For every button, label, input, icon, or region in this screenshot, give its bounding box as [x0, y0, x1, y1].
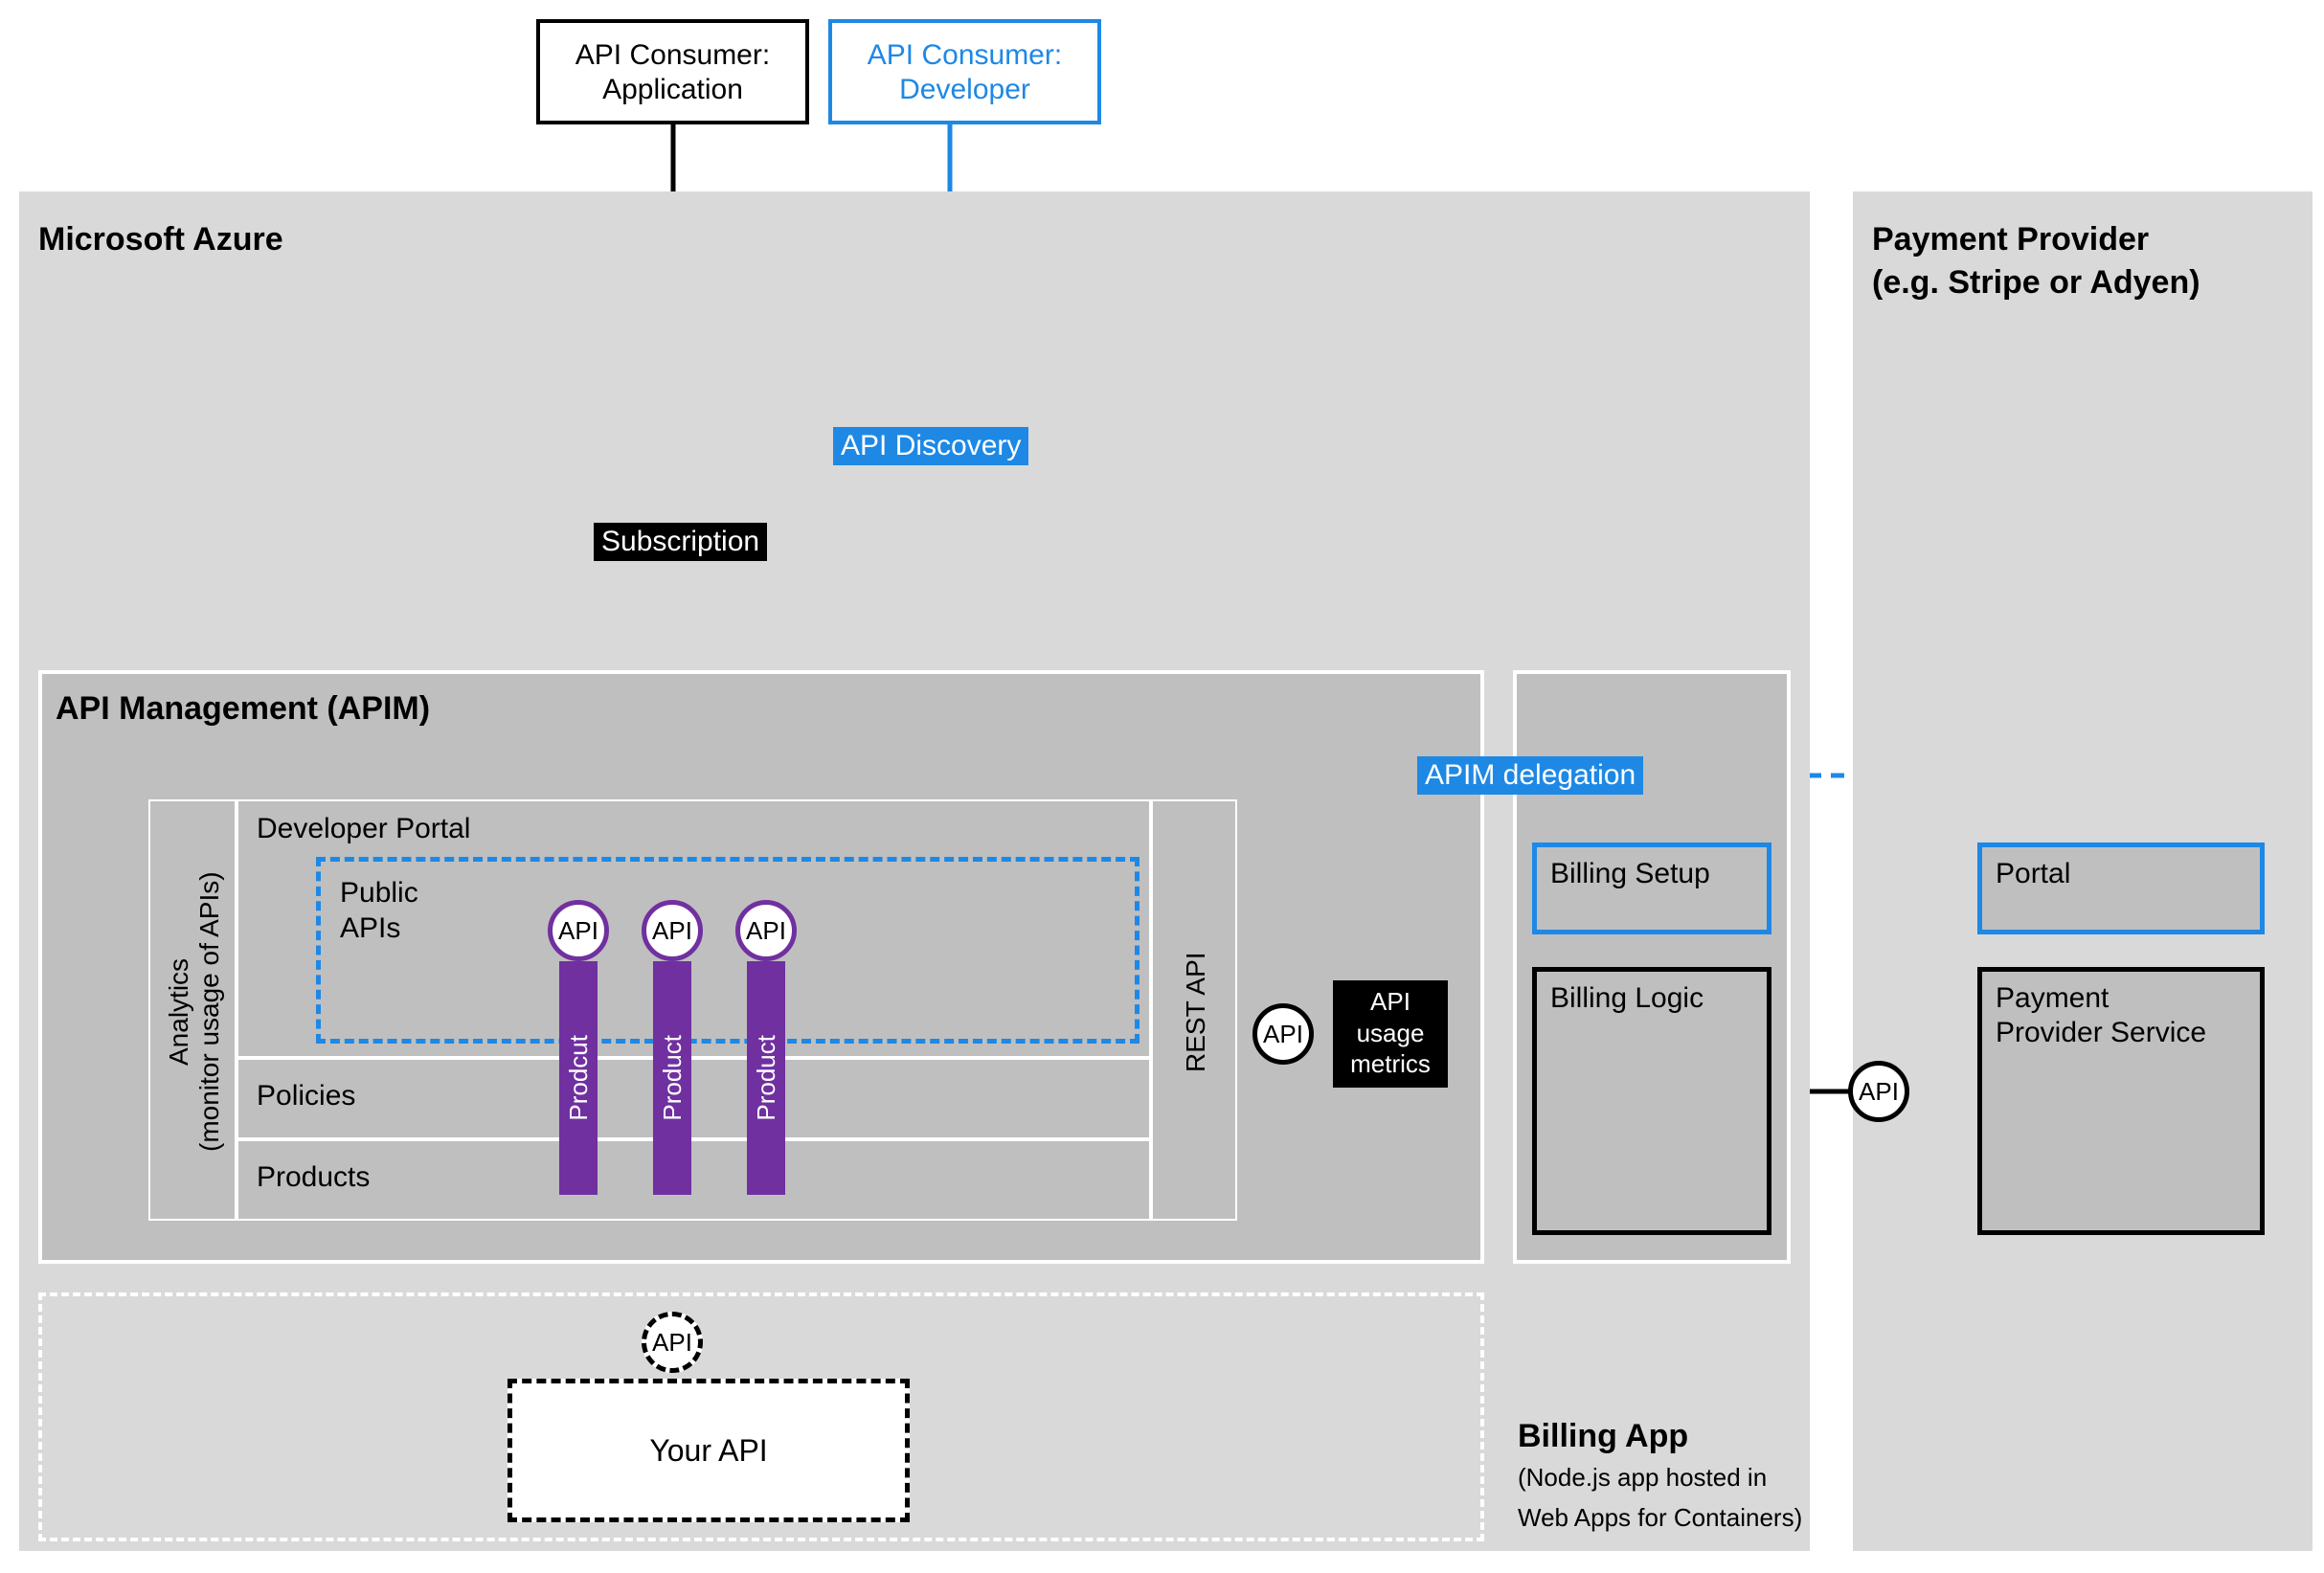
payment-portal-label: Portal: [1996, 858, 2070, 889]
public-apis-box: [316, 857, 1139, 1044]
analytics-cell: Analytics (monitor usage of APIs): [148, 799, 237, 1221]
apim-title: API Management (APIM): [56, 689, 430, 729]
public-apis-1: Public: [340, 876, 418, 910]
policies-cell: [237, 1058, 1151, 1139]
api-circle-1: API: [548, 900, 609, 961]
products-cell: [237, 1139, 1151, 1221]
rest-api-label: REST API: [1174, 820, 1218, 1203]
your-api-circle: API: [642, 1312, 703, 1373]
product-bar-2: Product: [653, 961, 691, 1195]
public-apis-2: APIs: [340, 911, 400, 946]
consumer-developer-line2: Developer: [832, 73, 1097, 107]
payment-provider-title1: Payment Provider: [1872, 220, 2149, 259]
rest-api-cell: REST API: [1151, 799, 1237, 1221]
billing-logic-label: Billing Logic: [1550, 982, 1704, 1014]
products-label: Products: [257, 1160, 370, 1195]
diagram-canvas: API Consumer: Application API Consumer: …: [0, 0, 2324, 1573]
api-circle-3: API: [735, 900, 797, 961]
api-circle-2: API: [642, 900, 703, 961]
payment-service-2: Provider Service: [1996, 1016, 2246, 1050]
subscription-tag: Subscription: [594, 523, 767, 561]
payment-portal-box: Portal: [1977, 843, 2265, 934]
consumer-developer-line1: API Consumer:: [832, 38, 1097, 73]
billing-logic-box: Billing Logic: [1532, 967, 1771, 1235]
dev-portal-label: Developer Portal: [257, 812, 470, 846]
billing-app-sub2: Web Apps for Containers): [1518, 1503, 1802, 1533]
payment-service-1: Payment: [1996, 981, 2246, 1016]
consumer-application-line1: API Consumer:: [540, 38, 805, 73]
your-api-label: Your API: [649, 1432, 767, 1469]
payment-provider-title2: (e.g. Stripe or Adyen): [1872, 263, 2200, 303]
analytics-text: Analytics (monitor usage of APIs): [158, 820, 231, 1203]
rest-api-circle: API: [1252, 1003, 1314, 1065]
billing-app-sub1: (Node.js app hosted in: [1518, 1463, 1767, 1493]
api-usage-metrics-tag: API usage metrics: [1333, 980, 1448, 1088]
your-api-box: Your API: [508, 1379, 910, 1522]
billing-to-payment-api-circle: API: [1848, 1061, 1909, 1122]
billing-app-title: Billing App: [1518, 1417, 1688, 1456]
product-bar-3: Product: [747, 961, 785, 1195]
apim-delegation-tag: APIM delegation: [1417, 756, 1643, 795]
billing-setup-label: Billing Setup: [1550, 858, 1710, 889]
api-discovery-tag: API Discovery: [833, 427, 1028, 465]
consumer-application-line2: Application: [540, 73, 805, 107]
policies-label: Policies: [257, 1079, 355, 1113]
billing-setup-box: Billing Setup: [1532, 843, 1771, 934]
product-bar-1: Prodcut: [559, 961, 598, 1195]
azure-title: Microsoft Azure: [38, 220, 283, 259]
consumer-developer-box: API Consumer: Developer: [828, 19, 1101, 124]
consumer-application-box: API Consumer: Application: [536, 19, 809, 124]
payment-service-box: Payment Provider Service: [1977, 967, 2265, 1235]
